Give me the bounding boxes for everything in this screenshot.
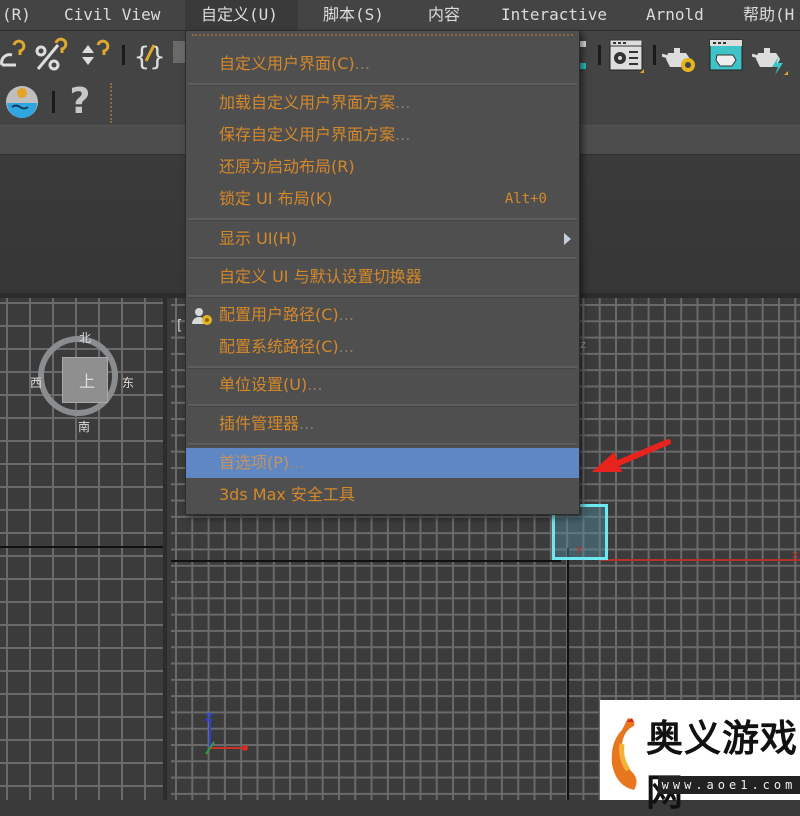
toolbar-separator xyxy=(653,45,656,65)
menu-arnold[interactable]: Arnold xyxy=(646,0,704,30)
menu-bar: (R) Civil View 自定义(U) 脚本(S) 内容 Interacti… xyxy=(0,0,800,31)
menu-item-ellipsis: ... xyxy=(354,54,370,73)
menu-item-configure-user-paths[interactable]: 配置用户路径(C)... xyxy=(186,300,579,330)
menu-item-label: 首选项(P) xyxy=(219,453,290,472)
home-grid-axis-line xyxy=(171,560,561,562)
spinner-snap-icon[interactable] xyxy=(78,37,114,73)
menu-item-label: 3ds Max 安全工具 xyxy=(219,485,355,504)
render-setup-icon[interactable] xyxy=(608,37,644,73)
menu-separator xyxy=(188,257,577,260)
menu-item-shortcut: Alt+0 xyxy=(504,191,547,207)
menu-item-save-ui-scheme[interactable]: 保存自定义用户界面方案... xyxy=(186,120,579,150)
percent-snap-icon[interactable] xyxy=(32,37,68,73)
menu-item-label: 加载自定义用户界面方案 xyxy=(219,93,396,112)
toolbar-separator xyxy=(598,45,601,65)
menu-separator xyxy=(188,443,577,446)
menu-item-ellipsis: ... xyxy=(338,337,354,356)
menu-scripting[interactable]: 脚本(S) xyxy=(323,0,384,30)
menu-item-label: 插件管理器 xyxy=(219,414,300,433)
phoenix-logo-icon xyxy=(611,718,637,790)
angle-snap-icon[interactable] xyxy=(0,37,26,73)
compass-west[interactable]: 西 xyxy=(30,374,42,391)
axis-label-y: y xyxy=(576,542,583,555)
help-icon[interactable]: ? xyxy=(64,81,96,122)
menu-item-label: 配置用户路径(C) xyxy=(219,305,339,324)
axis-label-z: z xyxy=(580,338,586,351)
user-paths-icon xyxy=(192,308,212,325)
menu-item-ui-defaults-switcher[interactable]: 自定义 UI 与默认设置切换器 xyxy=(186,262,579,292)
menu-item-ellipsis: ... xyxy=(299,414,315,433)
menu-item-label: 还原为启动布局(R) xyxy=(219,157,355,176)
menu-item-label: 锁定 UI 布局(K) xyxy=(219,189,333,208)
viewcube-face-label: 上 xyxy=(79,372,96,391)
viewcube[interactable]: 上 xyxy=(62,357,108,403)
menu-content[interactable]: 内容 xyxy=(428,0,460,30)
toolbar-separator xyxy=(52,91,55,113)
menu-item-plugin-manager[interactable]: 插件管理器... xyxy=(186,409,579,439)
home-grid-axis-line xyxy=(567,548,569,800)
named-selection-field[interactable] xyxy=(173,41,185,63)
axis-label-x: x xyxy=(792,548,799,561)
menu-rendering[interactable]: (R) xyxy=(2,0,31,30)
render-production-icon[interactable] xyxy=(662,39,698,75)
customize-dropdown-menu: 自定义用户界面(C)... 加载自定义用户界面方案... 保存自定义用户界面方案… xyxy=(185,30,580,515)
toolbar-grip[interactable] xyxy=(110,83,115,123)
compass-south[interactable]: 南 xyxy=(78,418,90,435)
menu-civil-view[interactable]: Civil View xyxy=(64,0,160,30)
menu-separator xyxy=(188,218,577,221)
render-active-shade-icon[interactable] xyxy=(752,39,788,75)
watermark-logo: 奥义游戏网 www.aoe1.com xyxy=(600,700,800,814)
menu-item-lock-ui-layout[interactable]: 锁定 UI 布局(K) Alt+0 xyxy=(186,184,579,214)
menu-item-units-setup[interactable]: 单位设置(U)... xyxy=(186,370,579,400)
menu-item-label: 自定义 UI 与默认设置切换器 xyxy=(219,267,422,286)
menu-item-label: 保存自定义用户界面方案 xyxy=(219,125,396,144)
menu-separator xyxy=(188,83,577,86)
menu-item-label: 单位设置(U) xyxy=(219,375,308,394)
menu-item-label: 配置系统路径(C) xyxy=(219,337,339,356)
submenu-arrow-icon xyxy=(564,233,571,245)
menu-item-label: 自定义用户界面(C) xyxy=(219,54,355,73)
rendered-frame-teapot-icon[interactable] xyxy=(708,37,744,73)
menu-item-preferences[interactable]: 首选项(P)... xyxy=(186,448,579,478)
watermark-url: www.aoe1.com xyxy=(658,776,800,794)
edit-named-selection-icon[interactable]: {} xyxy=(132,37,164,73)
menu-item-security-tools[interactable]: 3ds Max 安全工具 xyxy=(186,480,579,510)
menu-separator xyxy=(188,366,577,369)
menu-separator xyxy=(188,404,577,407)
tear-off-handle[interactable] xyxy=(192,34,573,36)
menu-item-configure-system-paths[interactable]: 配置系统路径(C)... xyxy=(186,332,579,362)
axis-tripod-icon xyxy=(204,713,248,755)
menu-item-ellipsis: ... xyxy=(395,93,411,112)
menu-customize[interactable]: 自定义(U) xyxy=(185,0,298,30)
viewport-label[interactable]: [ xyxy=(177,318,182,334)
menu-item-customize-ui[interactable]: 自定义用户界面(C)... xyxy=(186,49,579,79)
compass-east[interactable]: 东 xyxy=(122,374,134,391)
menu-item-ellipsis: ... xyxy=(395,125,411,144)
menu-interactive[interactable]: Interactive xyxy=(501,0,607,30)
menu-item-ellipsis: ... xyxy=(338,305,354,324)
environment-icon[interactable] xyxy=(4,83,40,121)
menu-help[interactable]: 帮助(H xyxy=(743,0,794,30)
toolbar-separator xyxy=(122,45,125,65)
x-axis-line xyxy=(601,559,800,561)
annotation-arrow-icon xyxy=(592,439,671,472)
compass-north[interactable]: 北 xyxy=(79,329,91,346)
menu-item-revert-startup-layout[interactable]: 还原为启动布局(R) xyxy=(186,152,579,182)
menu-item-ellipsis: ... xyxy=(289,453,305,472)
home-grid-axis-line xyxy=(0,546,163,548)
menu-separator xyxy=(188,295,577,298)
menu-item-load-ui-scheme[interactable]: 加载自定义用户界面方案... xyxy=(186,88,579,118)
menu-item-ellipsis: ... xyxy=(307,375,323,394)
menu-item-label: 显示 UI(H) xyxy=(219,229,298,248)
menu-item-show-ui[interactable]: 显示 UI(H) xyxy=(186,224,579,254)
